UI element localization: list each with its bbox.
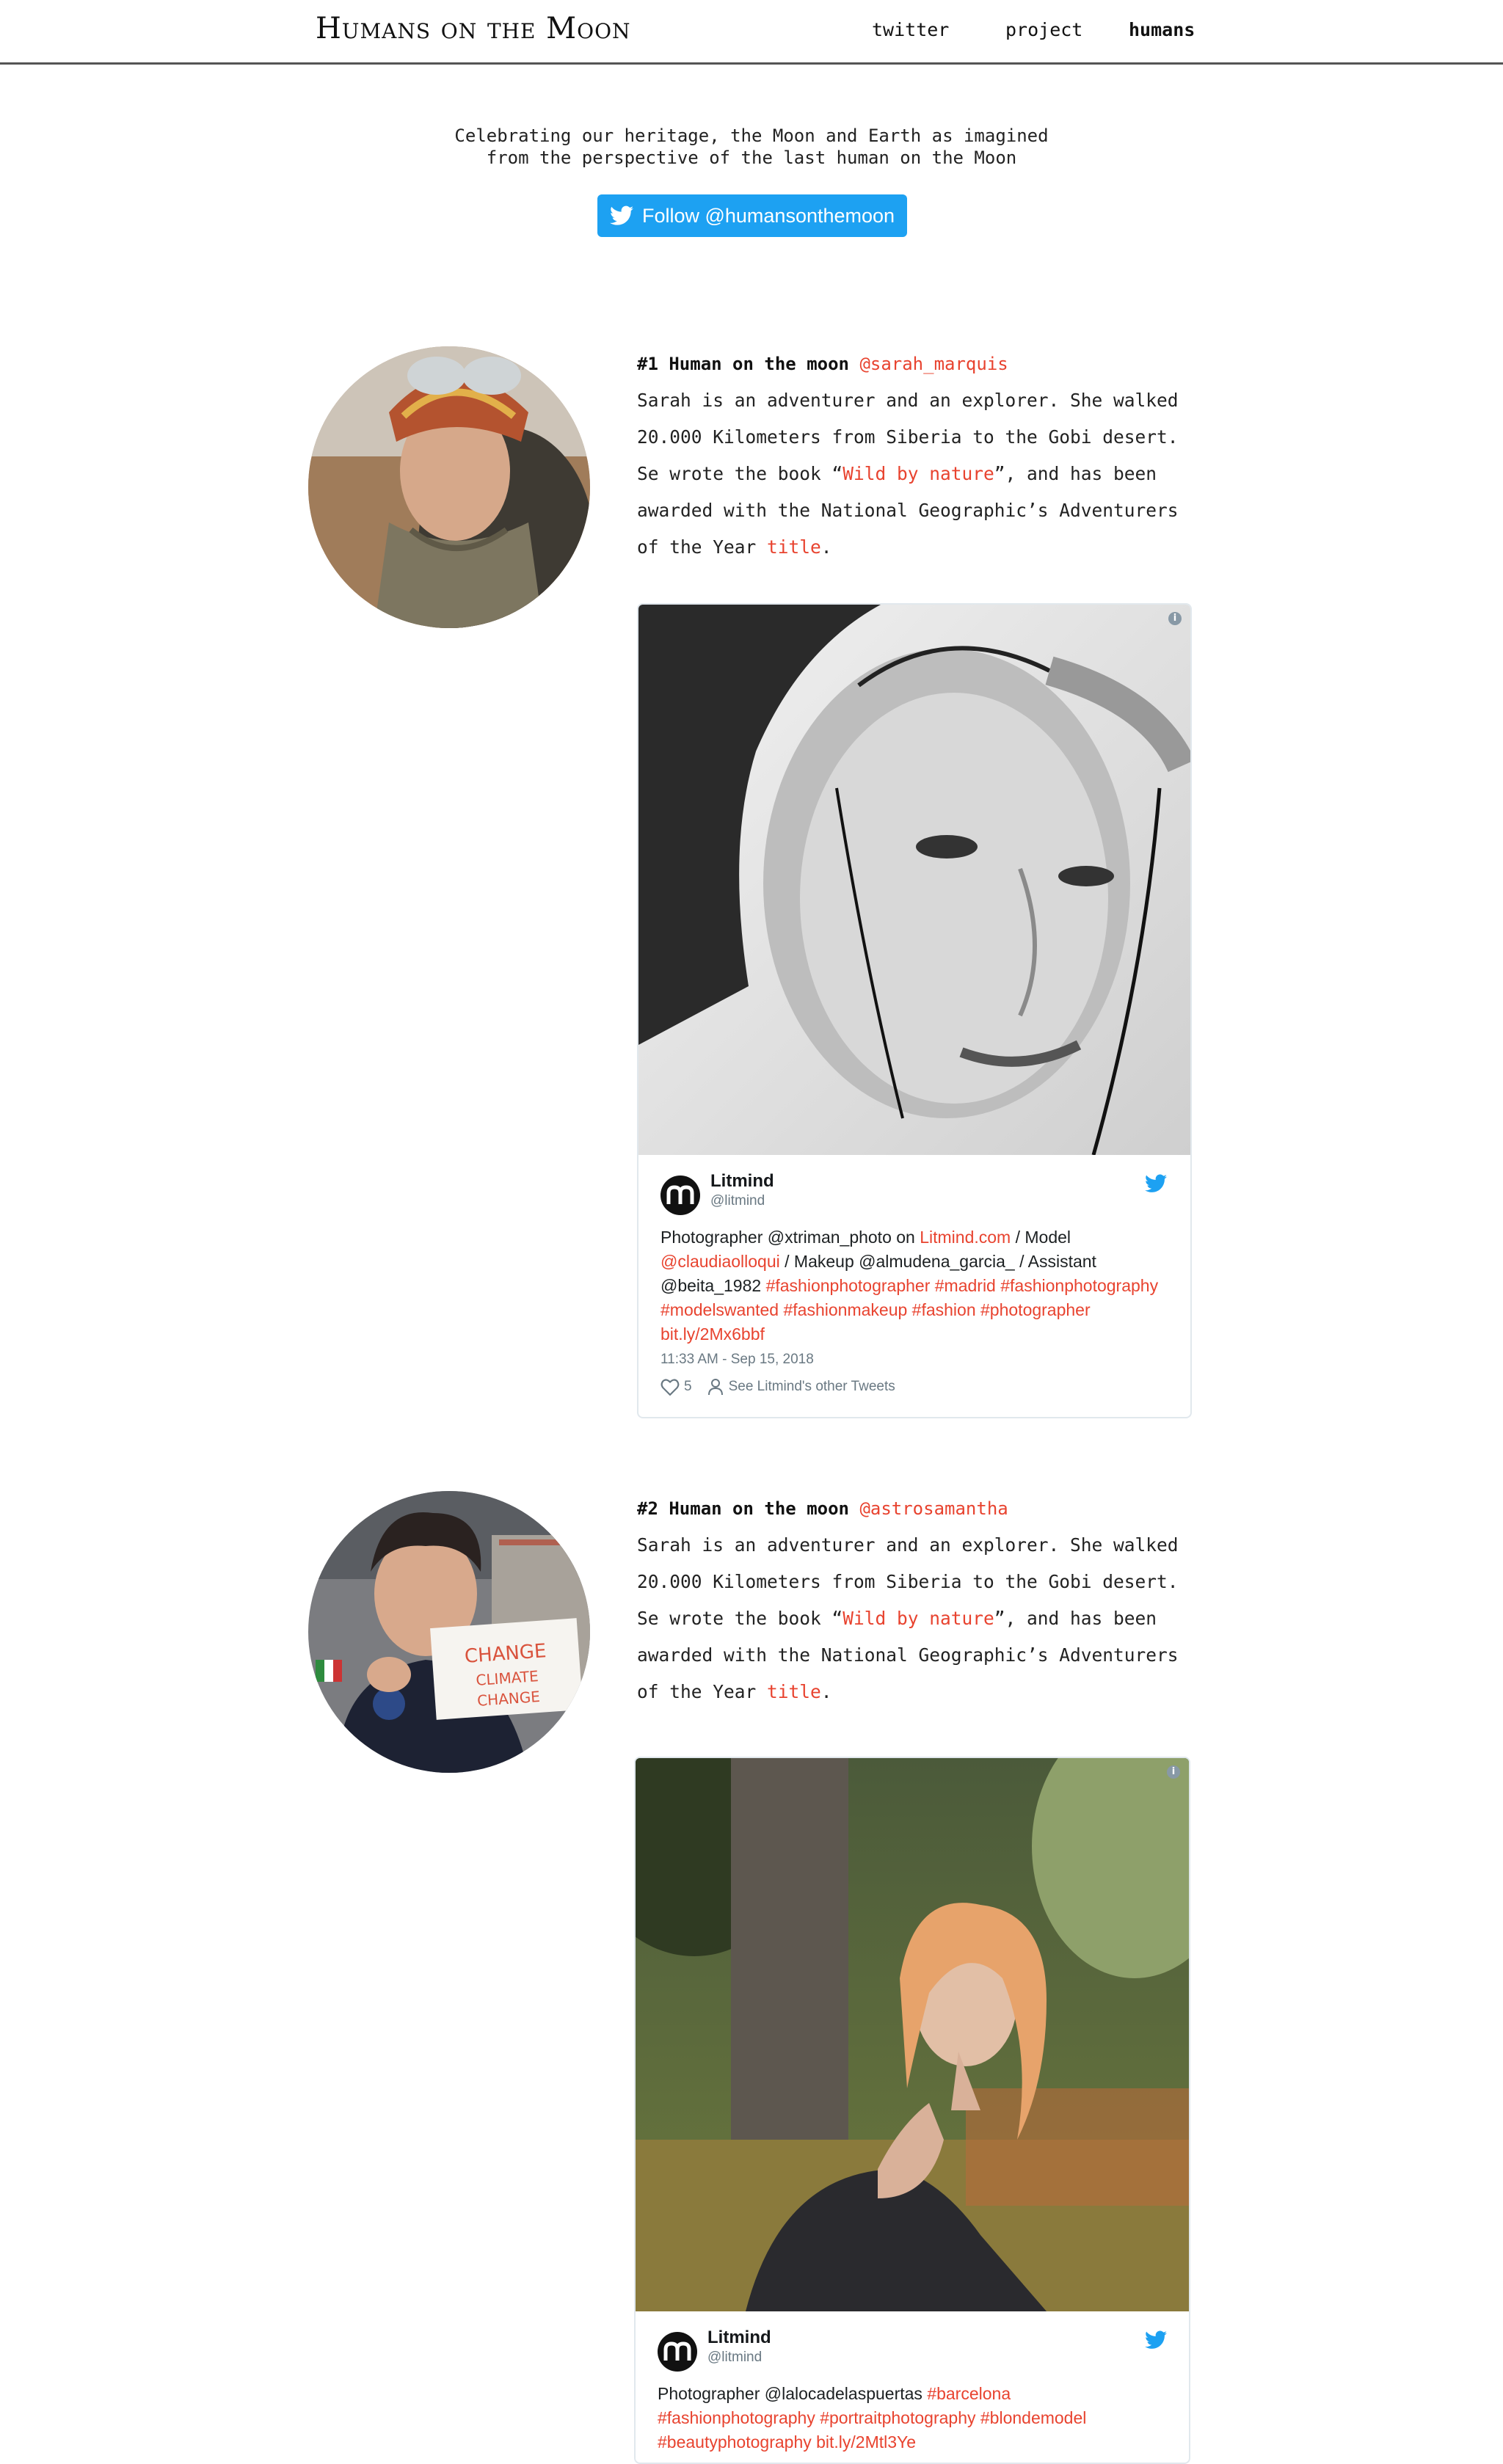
- embedded-tweet-1[interactable]: i Litmind @litmind Photographer @xtriman…: [637, 603, 1192, 1418]
- site-title[interactable]: Humans on the Moon: [316, 12, 631, 45]
- info-icon[interactable]: i: [1167, 1765, 1180, 1779]
- portrait-photo: CHANGE CLIMATE CHANGE: [308, 1491, 590, 1773]
- avatar-human-2: CHANGE CLIMATE CHANGE: [308, 1491, 590, 1773]
- nav-twitter[interactable]: twitter: [872, 19, 949, 40]
- human-1-bio: Sarah is an adventurer and an explorer. …: [637, 382, 1195, 566]
- heart-icon[interactable]: [660, 1378, 680, 1396]
- tweet-photo[interactable]: [638, 605, 1190, 1155]
- title-link[interactable]: title: [767, 1681, 821, 1702]
- twitter-follow-button[interactable]: Follow @humansonthemoon: [597, 194, 907, 237]
- tweet-timestamp[interactable]: 11:33 AM - Sep 15, 2018: [660, 1352, 814, 1368]
- see-other-tweets-link[interactable]: See Litmind's other Tweets: [729, 1379, 895, 1395]
- book-link[interactable]: Wild by nature: [843, 1608, 994, 1629]
- litmind-logo-icon: [663, 2341, 691, 2361]
- tweet-author-handle[interactable]: @litmind: [707, 2350, 762, 2366]
- tagline-line-1: Celebrating our heritage, the Moon and E…: [454, 125, 1049, 146]
- book-link[interactable]: Wild by nature: [843, 463, 994, 484]
- tweet-author-name[interactable]: Litmind: [707, 2328, 771, 2348]
- human-1-heading: #1 Human on the moon @sarah_marquis: [637, 354, 1008, 374]
- embedded-tweet-2[interactable]: i Litmind @litmind Photographer @lalocad…: [634, 1757, 1190, 2464]
- portrait-photo: [308, 346, 590, 628]
- tweet-actions: 5 See Litmind's other Tweets: [660, 1378, 895, 1396]
- tweet-author-name[interactable]: Litmind: [710, 1171, 774, 1192]
- like-count[interactable]: 5: [684, 1379, 692, 1395]
- twitter-bird-icon[interactable]: [1145, 2330, 1167, 2350]
- human-2-number: #2 Human on the moon: [637, 1498, 849, 1519]
- tagline-line-2: from the perspective of the last human o…: [486, 147, 1017, 168]
- tweet-link[interactable]: @claudiaolloqui: [660, 1252, 780, 1271]
- bio-text: .: [820, 536, 832, 558]
- tweet-text-segment: / Model: [1011, 1228, 1071, 1247]
- twitter-bird-icon[interactable]: [1145, 1174, 1167, 1193]
- tweet-link[interactable]: Litmind.com: [920, 1228, 1011, 1247]
- tweet-text-segment: Photographer @xtriman_photo on: [660, 1228, 920, 1247]
- tweet-author-handle[interactable]: @litmind: [710, 1193, 765, 1209]
- tagline: Celebrating our heritage, the Moon and E…: [0, 125, 1503, 169]
- bio-text: .: [820, 1681, 832, 1702]
- nav-humans[interactable]: humans: [1129, 19, 1195, 40]
- litmind-logo-icon: [666, 1185, 694, 1204]
- human-2-heading: #2 Human on the moon @astrosamantha: [637, 1498, 1008, 1519]
- nav-project[interactable]: project: [1005, 19, 1082, 40]
- litmind-avatar[interactable]: [658, 2332, 697, 2372]
- human-2-bio: Sarah is an adventurer and an explorer. …: [637, 1527, 1195, 1710]
- user-icon: [707, 1379, 723, 1396]
- follow-label: Follow @humansonthemoon: [641, 204, 895, 227]
- site-header: Humans on the Moon twitter project human…: [0, 0, 1503, 65]
- human-2-handle-link[interactable]: @astrosamantha: [859, 1498, 1008, 1519]
- title-link[interactable]: title: [767, 536, 821, 558]
- twitter-bird-icon: [609, 205, 633, 225]
- human-1-number: #1 Human on the moon: [637, 354, 849, 374]
- info-icon[interactable]: i: [1168, 612, 1182, 625]
- tweet-photo[interactable]: [636, 1758, 1189, 2311]
- litmind-avatar[interactable]: [660, 1175, 700, 1215]
- avatar-human-1: [308, 346, 590, 628]
- tweet-text-segment: Photographer @lalocadelaspuertas: [658, 2384, 928, 2403]
- tweet-text: Photographer @xtriman_photo on Litmind.c…: [660, 1225, 1174, 1346]
- human-1-handle-link[interactable]: @sarah_marquis: [859, 354, 1008, 374]
- tweet-text: Photographer @lalocadelaspuertas #barcel…: [658, 2382, 1171, 2454]
